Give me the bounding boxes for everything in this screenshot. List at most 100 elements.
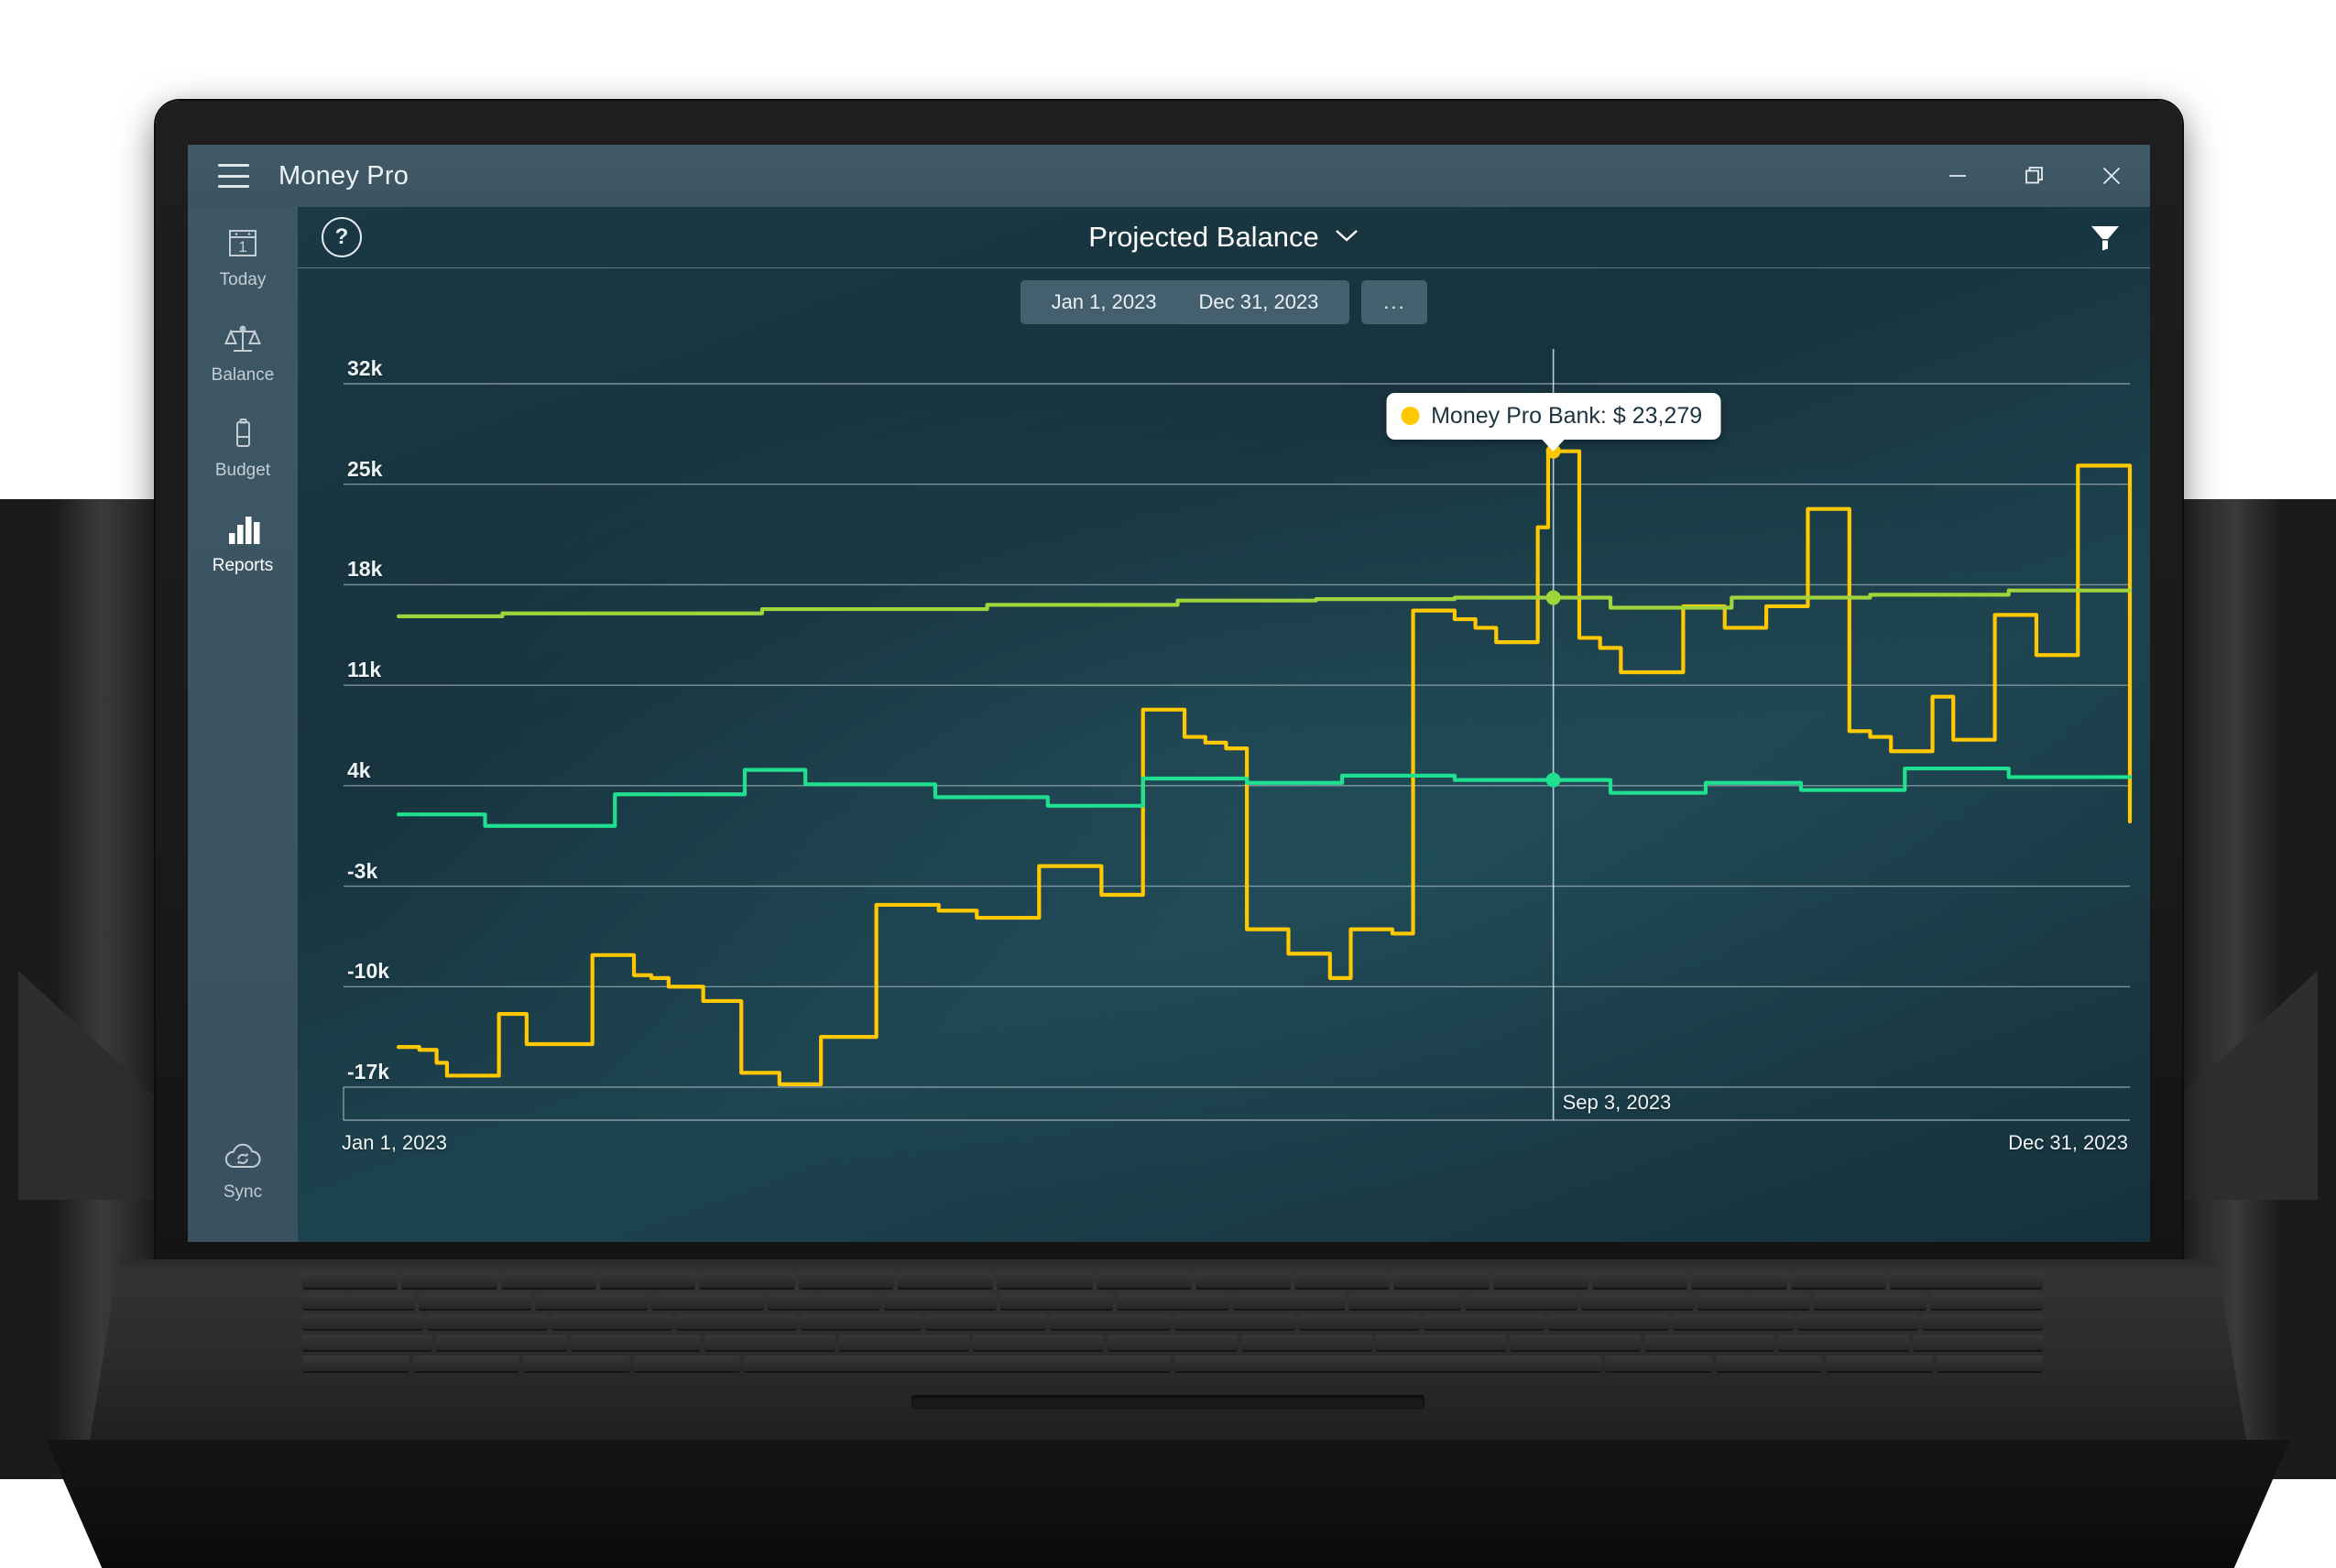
keyboard-key [999,1292,1113,1311]
keyboard-key [1826,1356,1933,1373]
keyboard-key [1797,1313,1918,1332]
keyboard-key [838,1334,970,1353]
keyboard-key [1107,1334,1239,1353]
keyboard-key [1592,1272,1688,1290]
keyboard-key [801,1313,922,1332]
keyboard-key [676,1313,797,1332]
keyboard-row [302,1292,2044,1311]
keyboard-key [744,1356,1171,1373]
keyboard-key [1581,1292,1695,1311]
y-axis-tick-label: 4k [347,757,371,782]
keyboard-key [1116,1292,1229,1311]
keyboard-key [302,1272,398,1290]
x-axis-start-label: Jan 1, 2023 [342,1131,447,1154]
laptop-base [87,1259,2249,1456]
chart-cursor-marker [1545,772,1561,788]
keyboard-key [798,1272,894,1290]
scales-icon [224,318,261,360]
report-title-selector[interactable]: Projected Balance [298,221,2150,254]
keyboard-key [1790,1272,1886,1290]
keyboard-key [523,1356,630,1373]
keyboard-key [1050,1313,1171,1332]
laptop-scene: Money Pro 1 Today Balance Budget Reports… [0,0,2336,1568]
keyboard-key [1375,1334,1507,1353]
sidebar-item-budget[interactable]: Budget [188,397,298,493]
close-icon[interactable] [2073,145,2150,207]
sidebar-item-label: Reports [212,556,274,575]
date-range-group: Jan 1, 2023 Dec 31, 2023 [1020,280,1350,324]
sidebar: 1 Today Balance Budget Reports Sync [188,207,298,1242]
keyboard-key [412,1356,519,1373]
keyboard-key [1195,1272,1292,1290]
keyboard-key [699,1272,795,1290]
keyboard-key [1890,1272,2043,1290]
y-axis-tick-label: 11k [347,658,382,682]
calendar-icon: 1 [225,223,260,265]
projected-balance-chart[interactable]: 32k 25k 18k 11k 4k -3k -10k -17k Jan 1, 2023 Sep… [298,336,2150,1215]
keyboard-key [1232,1292,1346,1311]
keyboard-key [1814,1292,1927,1311]
keyboard-key [534,1292,648,1311]
sidebar-item-label: Budget [214,461,271,480]
keyboard-row [302,1356,2043,1373]
keyboard-key [302,1334,433,1353]
y-axis-tick-label: 32k [347,356,383,380]
chart-cursor-marker [1545,590,1561,605]
keyboard-key [1096,1272,1192,1290]
keyboard-key [1465,1292,1578,1311]
sidebar-item-today[interactable]: 1 Today [188,207,298,302]
window-titlebar: Money Pro [188,145,2150,207]
keyboard-key [302,1292,415,1311]
keyboard-key [1294,1272,1391,1290]
date-range-bar: Jan 1, 2023 Dec 31, 2023 ... [298,268,2150,336]
sidebar-item-label: Sync [223,1182,263,1202]
keyboard-key [551,1313,672,1332]
minimize-icon[interactable] [1919,145,1996,207]
keyboard-key [1922,1313,2043,1332]
keyboard-key [897,1272,994,1290]
sidebar-item-reports[interactable]: Reports [188,493,298,588]
keyboard-key [1492,1272,1589,1290]
restore-icon[interactable] [1996,145,2073,207]
keyboard-key [302,1313,423,1332]
keyboard-row [302,1313,2043,1332]
sidebar-item-sync[interactable]: Sync [188,1119,298,1214]
sidebar-item-balance[interactable]: Balance [188,302,298,397]
keyboard-key [1691,1272,1787,1290]
chart-series-line [396,588,2133,619]
keyboard-key [1673,1313,1794,1332]
sidebar-item-label: Today [219,270,267,289]
keyboard-key [1643,1334,1775,1353]
keyboard-key [1174,1313,1295,1332]
keyboard-key [925,1313,1046,1332]
x-axis-end-label: Dec 31, 2023 [2008,1131,2128,1154]
keyboard-key [599,1272,696,1290]
keyboard-key [1424,1313,1545,1332]
keyboard-key [973,1334,1104,1353]
chart-series-line [396,766,2133,828]
trackpad [911,1395,1425,1410]
chart-canvas [343,349,2133,1121]
keyboard-key [427,1313,548,1332]
keyboard-key [1174,1356,1601,1373]
date-range-start[interactable]: Jan 1, 2023 [1020,280,1181,324]
hamburger-icon[interactable] [218,164,249,188]
chevron-down-icon [1334,227,1359,248]
date-range-more-button[interactable]: ... [1361,280,1428,324]
window-controls [1919,145,2150,207]
keyboard-key [997,1272,1093,1290]
bar-chart-icon [224,508,261,550]
keyboard-key [1548,1313,1669,1332]
keyboard-key [883,1292,997,1311]
chart-series-line [396,449,2133,1086]
y-axis-tick-label: -3k [347,858,378,883]
keyboard-row [302,1272,2043,1290]
cloud-sync-icon [223,1135,263,1177]
x-axis-cursor-label: Sep 3, 2023 [1562,1091,1672,1114]
keyboard-key [1936,1356,2043,1373]
page-title: Projected Balance [1088,221,1319,253]
tooltip-series-dot [1401,407,1420,426]
date-range-end[interactable]: Dec 31, 2023 [1163,280,1350,324]
keyboard-key [1299,1313,1420,1332]
keyboard-key [704,1334,835,1353]
